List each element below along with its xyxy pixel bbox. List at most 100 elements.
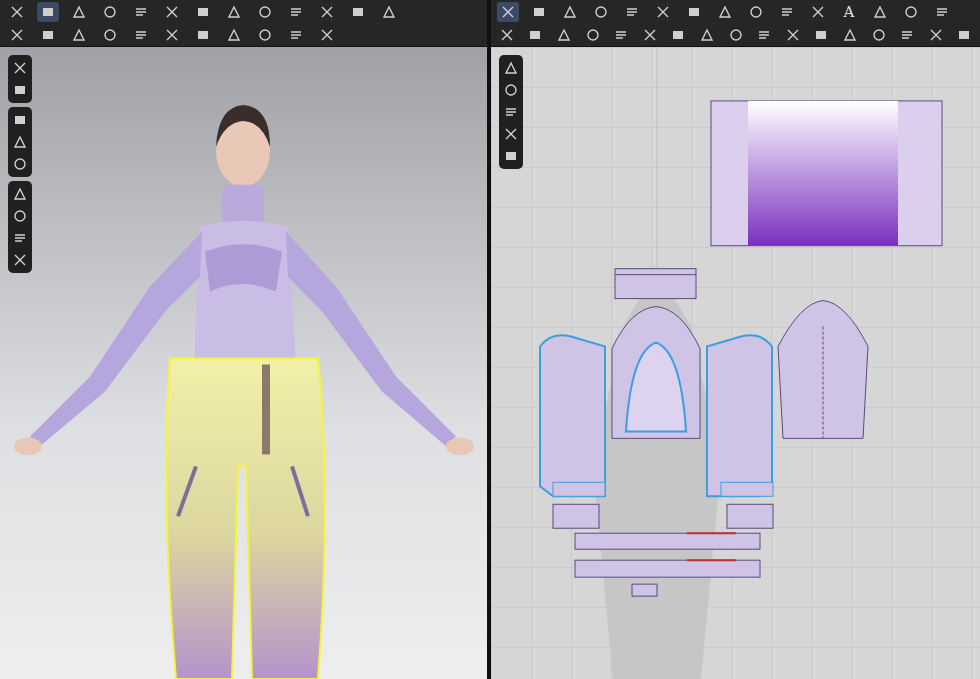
tool-button[interactable] xyxy=(745,2,767,22)
tool-button[interactable] xyxy=(6,25,28,45)
tool-button[interactable] xyxy=(9,228,31,248)
tool-button[interactable] xyxy=(652,2,674,22)
tool-button[interactable] xyxy=(130,2,152,22)
tool-button[interactable] xyxy=(9,80,31,100)
tool-button[interactable] xyxy=(669,25,689,45)
tool-button[interactable] xyxy=(900,2,922,22)
tool-button[interactable] xyxy=(6,2,28,22)
side-toolbar-group xyxy=(8,55,32,103)
tool-button[interactable] xyxy=(726,25,746,45)
tool-button[interactable] xyxy=(9,58,31,78)
tool-button[interactable] xyxy=(500,146,522,166)
tool-icon xyxy=(956,27,972,43)
toolbar-3d xyxy=(0,0,487,47)
tool-button[interactable] xyxy=(621,2,643,22)
tool-button[interactable] xyxy=(807,2,829,22)
tool-button[interactable] xyxy=(840,25,860,45)
tool-button[interactable] xyxy=(500,102,522,122)
tool-button[interactable] xyxy=(285,2,307,22)
tool-button[interactable] xyxy=(697,25,717,45)
tool-button[interactable] xyxy=(559,2,581,22)
tool-button[interactable] xyxy=(931,2,953,22)
viewport-3d xyxy=(0,0,487,679)
tool-button[interactable] xyxy=(254,25,276,45)
tool-button[interactable] xyxy=(68,2,90,22)
tool-icon xyxy=(655,4,671,20)
pattern-layout xyxy=(491,47,980,679)
tool-icon xyxy=(40,4,56,20)
tool-button[interactable] xyxy=(869,25,889,45)
tool-button[interactable] xyxy=(9,206,31,226)
tool-button[interactable] xyxy=(316,25,338,45)
tool-button[interactable] xyxy=(9,132,31,152)
tool-button[interactable] xyxy=(347,2,369,22)
tool-icon xyxy=(164,4,180,20)
tool-button[interactable] xyxy=(500,124,522,144)
tool-button[interactable] xyxy=(926,25,946,45)
tool-button[interactable] xyxy=(99,2,121,22)
viewport-canvas[interactable] xyxy=(0,47,487,679)
tool-button[interactable] xyxy=(590,2,612,22)
tool-button[interactable] xyxy=(285,25,307,45)
tool-button[interactable] xyxy=(9,110,31,130)
tool-icon xyxy=(503,148,519,164)
tool-button[interactable]: A xyxy=(838,2,860,22)
tool-button[interactable] xyxy=(683,2,705,22)
tool-icon xyxy=(12,134,28,150)
tool-button[interactable] xyxy=(99,25,121,45)
tool-button[interactable] xyxy=(497,25,517,45)
tool-button[interactable] xyxy=(640,25,660,45)
tool-button[interactable] xyxy=(526,25,546,45)
app-window: A xyxy=(0,0,980,679)
avatar-render xyxy=(0,47,487,679)
tool-button[interactable] xyxy=(316,2,338,22)
tool-button[interactable] xyxy=(161,2,183,22)
tool-button[interactable] xyxy=(161,25,183,45)
tool-button[interactable] xyxy=(254,2,276,22)
tool-icon xyxy=(319,27,335,43)
tool-button[interactable] xyxy=(9,184,31,204)
tool-button[interactable] xyxy=(528,2,550,22)
tool-button[interactable] xyxy=(783,25,803,45)
tool-icon xyxy=(642,27,658,43)
pattern-canvas[interactable] xyxy=(491,47,980,679)
tool-button[interactable] xyxy=(192,2,214,22)
tool-button[interactable] xyxy=(955,25,975,45)
tool-button[interactable] xyxy=(554,25,574,45)
tool-button[interactable] xyxy=(37,25,59,45)
tool-button[interactable] xyxy=(611,25,631,45)
gradient-swatch xyxy=(711,101,942,246)
tool-icon xyxy=(12,82,28,98)
tool-button[interactable] xyxy=(500,80,522,100)
tool-icon xyxy=(288,27,304,43)
side-toolbar-group xyxy=(499,55,523,169)
tool-icon xyxy=(226,4,242,20)
tool-button[interactable] xyxy=(714,2,736,22)
tool-button[interactable] xyxy=(583,25,603,45)
tool-button[interactable] xyxy=(812,25,832,45)
tool-icon xyxy=(728,27,744,43)
tool-icon xyxy=(934,4,950,20)
tool-button[interactable] xyxy=(9,250,31,270)
tool-button[interactable] xyxy=(68,25,90,45)
tool-button[interactable] xyxy=(897,25,917,45)
tool-icon xyxy=(71,4,87,20)
tool-icon xyxy=(842,27,858,43)
tool-button[interactable] xyxy=(776,2,798,22)
tool-button[interactable] xyxy=(223,25,245,45)
tool-button[interactable] xyxy=(869,2,891,22)
tool-button[interactable] xyxy=(378,2,400,22)
tool-button[interactable] xyxy=(192,25,214,45)
tool-button[interactable] xyxy=(754,25,774,45)
tool-button[interactable] xyxy=(37,2,59,22)
tool-button[interactable] xyxy=(497,2,519,22)
tool-button[interactable] xyxy=(9,154,31,174)
tool-button[interactable] xyxy=(130,25,152,45)
tool-button[interactable] xyxy=(500,58,522,78)
tool-icon xyxy=(12,112,28,128)
tool-icon xyxy=(12,186,28,202)
tool-icon xyxy=(503,60,519,76)
toolbar-row xyxy=(6,24,481,45)
tool-button[interactable] xyxy=(223,2,245,22)
tool-icon xyxy=(12,230,28,246)
